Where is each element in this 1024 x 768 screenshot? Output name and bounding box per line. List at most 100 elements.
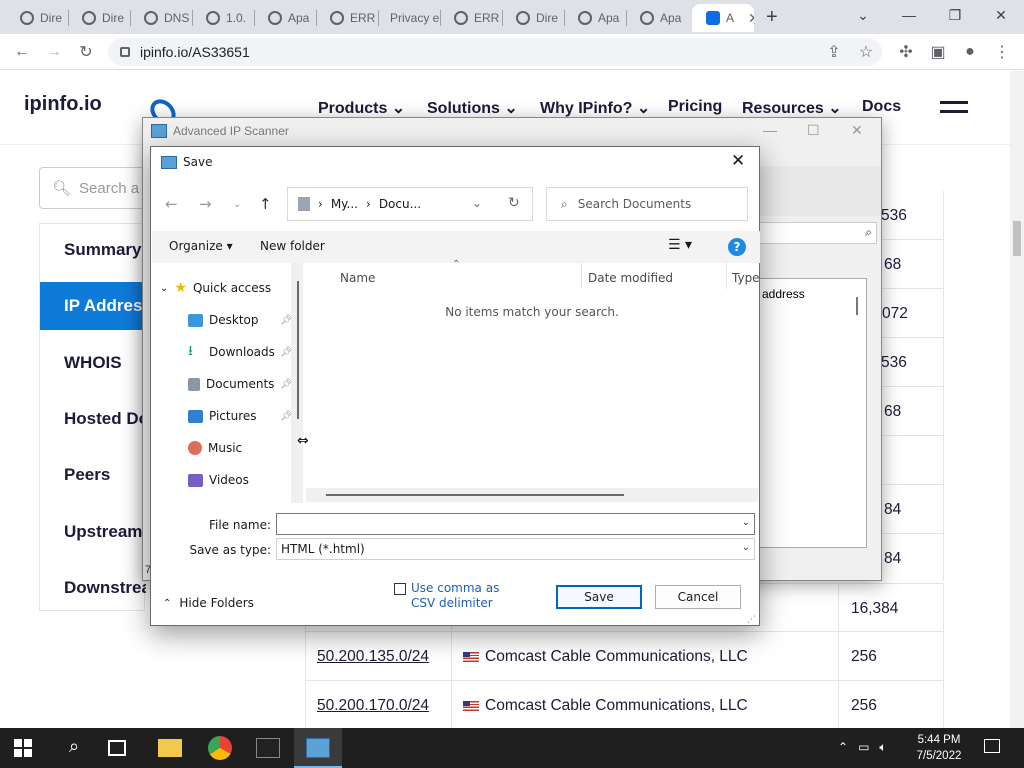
notification-icon[interactable] (984, 739, 1000, 753)
tree-item-videos[interactable]: Videos (188, 469, 249, 491)
hamburger-menu-icon[interactable] (940, 101, 968, 119)
chevron-down-icon[interactable]: ⌄ (160, 283, 168, 294)
browser-tab[interactable]: Apa (564, 4, 626, 32)
tree-item-downloads[interactable]: ⭳ Downloads (188, 341, 275, 363)
tree-item-desktop[interactable]: Desktop (188, 309, 259, 331)
windows-start-icon[interactable] (14, 739, 32, 757)
browser-tab[interactable]: Dire (502, 4, 564, 32)
close-window-icon[interactable]: ✕ (978, 0, 1024, 30)
nav-docs[interactable]: Docs (862, 98, 901, 116)
side-nav-downstream[interactable]: Downstrea (40, 564, 146, 612)
chevron-up-icon[interactable]: ⌃ (838, 740, 848, 755)
scrollbar-thumb[interactable] (856, 297, 858, 315)
advanced-ip-scanner-icon[interactable] (306, 738, 330, 758)
browser-menu-icon[interactable]: ⋮ (990, 40, 1014, 64)
forward-arrow-icon[interactable]: → (199, 195, 212, 213)
browser-tab[interactable]: Apa (626, 4, 690, 32)
tab-search-chevron-icon[interactable]: ⌄ (840, 0, 886, 30)
navigation-pane-scrollbar[interactable] (291, 263, 303, 503)
side-nav-hosted-domains[interactable]: Hosted Do (40, 395, 146, 443)
scrollbar-thumb[interactable] (326, 494, 624, 496)
close-icon[interactable]: ✕ (731, 151, 745, 171)
chrome-icon[interactable] (208, 736, 232, 760)
column-header-type[interactable]: Type (732, 271, 760, 285)
back-arrow-icon[interactable]: ← (165, 195, 178, 213)
tree-item-pictures[interactable]: Pictures (188, 405, 257, 427)
page-scrollbar[interactable] (1010, 71, 1024, 728)
csv-delimiter-label[interactable]: Use comma as CSV delimiter (411, 581, 521, 611)
column-header-name[interactable]: Name (340, 271, 375, 285)
nav-why-ipinfo[interactable]: Why IPinfo? ⌄ (540, 98, 650, 118)
hide-folders-button[interactable]: ⌃ Hide Folders (163, 596, 254, 610)
side-nav-whois[interactable]: WHOIS (40, 339, 146, 387)
forward-arrow-icon[interactable]: → (42, 40, 66, 64)
browser-tab[interactable]: Apa (254, 4, 316, 32)
browser-tab[interactable]: ERR (316, 4, 378, 32)
network-icon[interactable]: ▭ (858, 740, 869, 755)
organize-button[interactable]: Organize ▾ (169, 239, 233, 253)
breadcrumb-documents[interactable]: Docu... (379, 197, 421, 211)
column-header-address[interactable]: address (762, 287, 805, 301)
chevron-down-icon[interactable]: ⌄ (742, 542, 750, 553)
nav-resources[interactable]: Resources ⌄ (742, 98, 842, 118)
search-icon[interactable]: ⌕ (62, 736, 86, 760)
minimize-icon[interactable]: — (886, 0, 932, 30)
nav-products[interactable]: Products ⌄ (318, 98, 405, 118)
view-options-icon[interactable]: ☰ ▾ (668, 237, 692, 253)
side-nav-peers[interactable]: Peers (40, 451, 146, 499)
resize-grip-icon[interactable]: ⋰ (747, 615, 756, 625)
profile-avatar-icon[interactable]: ● (958, 40, 982, 64)
maximize-icon[interactable]: ☐ (807, 122, 820, 139)
save-as-type-select[interactable]: HTML (*.html) ⌄ (276, 538, 755, 560)
browser-tab[interactable]: Privacy e (378, 4, 440, 32)
scanner-search-input[interactable]: ⌕ (757, 222, 877, 244)
ip-range-link[interactable]: 50.200.135.0/24 (317, 632, 429, 681)
side-panel-icon[interactable]: ▣ (926, 40, 950, 64)
terminal-icon[interactable] (256, 738, 280, 758)
browser-tab[interactable]: Dire (68, 4, 130, 32)
restore-icon[interactable]: ❐ (932, 0, 978, 30)
csv-delimiter-checkbox[interactable] (394, 583, 406, 595)
new-folder-button[interactable]: New folder (260, 239, 325, 253)
side-nav-ip-address[interactable]: IP Address (40, 282, 146, 330)
file-explorer-icon[interactable] (158, 739, 182, 757)
browser-tab[interactable]: 1.0. (192, 4, 254, 32)
refresh-icon[interactable]: ↻ (508, 195, 520, 211)
column-divider[interactable] (581, 263, 582, 289)
scrollbar-thumb[interactable] (297, 281, 299, 419)
taskbar-clock[interactable]: 5:44 PM 7/5/2022 (908, 732, 970, 764)
file-name-input[interactable]: ⌄ (276, 513, 755, 535)
cancel-button[interactable]: Cancel (655, 585, 741, 609)
tree-item-documents[interactable]: Documents (188, 373, 274, 395)
bookmark-star-icon[interactable]: ☆ (854, 40, 878, 64)
horizontal-scrollbar[interactable] (306, 488, 758, 502)
breadcrumb-my-pc[interactable]: My... (331, 197, 358, 211)
side-nav-summary[interactable]: Summary (40, 226, 146, 274)
minimize-icon[interactable]: — (763, 122, 777, 138)
back-arrow-icon[interactable]: ← (10, 40, 34, 64)
close-icon[interactable]: ✕ (851, 122, 863, 139)
help-icon[interactable]: ? (728, 238, 746, 256)
volume-icon[interactable]: 🔈︎ (879, 740, 886, 755)
close-tab-icon[interactable]: ✕ (748, 10, 754, 27)
reload-icon[interactable]: ↻ (74, 40, 98, 64)
tree-item-quick-access[interactable]: ⌄ ★ Quick access (160, 277, 271, 299)
chevron-down-icon[interactable]: ⌄ (742, 517, 750, 528)
browser-tab-active[interactable]: A ✕ (692, 4, 754, 32)
scrollbar-thumb[interactable] (1013, 221, 1021, 256)
search-documents-input[interactable]: ⌕ Search Documents (546, 187, 748, 221)
address-bar[interactable]: ipinfo.io/AS33651 (108, 38, 882, 66)
task-view-icon[interactable] (108, 740, 126, 756)
address-breadcrumb[interactable]: › My... › Docu... ⌄ ↻ (287, 187, 533, 221)
extensions-puzzle-icon[interactable]: ✣ (894, 40, 918, 64)
tree-item-music[interactable]: Music (188, 437, 242, 459)
nav-pricing[interactable]: Pricing (668, 98, 722, 116)
new-tab-button[interactable]: + (766, 6, 778, 29)
column-header-date-modified[interactable]: Date modified (588, 271, 673, 285)
side-nav-upstream[interactable]: Upstream (40, 508, 146, 556)
recent-locations-chevron-icon[interactable]: ⌄ (233, 199, 241, 210)
column-divider[interactable] (726, 263, 727, 289)
chevron-down-icon[interactable]: ⌄ (472, 196, 482, 210)
browser-tab[interactable]: Dire (6, 4, 68, 32)
browser-tab[interactable]: DNS (130, 4, 192, 32)
